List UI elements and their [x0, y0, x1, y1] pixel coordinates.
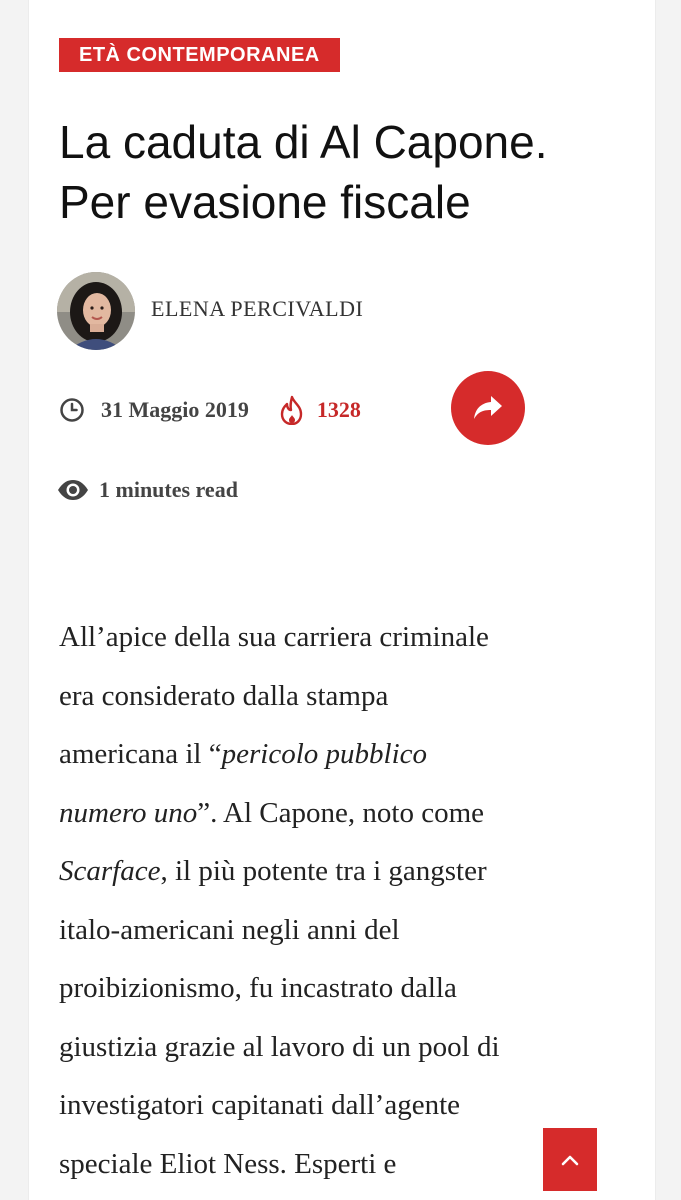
fire-icon: [279, 395, 305, 425]
read-time: 1 minutes read: [57, 472, 238, 508]
title-line-2: Per evasione fiscale: [59, 176, 471, 228]
scroll-to-top-button[interactable]: [543, 1128, 597, 1191]
body-text: ”. Al Capone, noto come: [197, 796, 484, 829]
clock-icon: [59, 397, 85, 423]
body-emphasis: Scarface: [59, 855, 161, 887]
body-line: giustizia grazie al lavoro di un pool di: [59, 1030, 500, 1063]
body-emphasis: pericolo pubblico: [221, 738, 428, 770]
chevron-up-icon: [561, 1154, 579, 1166]
author-avatar[interactable]: [57, 272, 135, 350]
body-line: investigatori capitanati dall’agente: [59, 1089, 461, 1121]
share-arrow-icon: [471, 393, 505, 423]
view-count: 1328: [316, 397, 361, 422]
article-meta: 31 Maggio 2019 1328: [59, 388, 361, 432]
eye-icon: [57, 479, 89, 501]
body-text: , il più potente tra i gangster: [160, 855, 487, 887]
body-line: proibizionismo, fu incastrato dalla: [59, 972, 457, 1004]
author-name[interactable]: ELENA PERCIVALDI: [151, 296, 363, 322]
body-line: Scarface, il più potente tra i gangster: [59, 855, 487, 887]
body-line: americana il “pericolo pubblico: [59, 738, 427, 770]
body-text: americana il “: [59, 738, 222, 770]
avatar-image: [57, 272, 135, 350]
article-body: All’apice della sua carriera criminale e…: [59, 608, 634, 1193]
body-line: numero uno”. Al Capone, noto come: [59, 797, 484, 829]
category-tag[interactable]: ETÀ CONTEMPORANEA: [59, 38, 340, 72]
title-line-1: La caduta di Al Capone.: [59, 116, 548, 168]
body-line: All’apice della sua carriera criminale: [59, 621, 489, 653]
body-emphasis: numero uno: [59, 796, 198, 829]
body-line: italo-americani negli anni del: [59, 913, 400, 946]
body-line: era considerato dalla stampa: [59, 679, 389, 712]
article-title: La caduta di Al Capone. Per evasione fis…: [59, 112, 639, 232]
body-line: speciale Eliot Ness. Esperti e: [59, 1147, 397, 1180]
publish-date: 31 Maggio 2019: [101, 397, 249, 422]
read-time-label: 1 minutes read: [99, 477, 238, 502]
share-button[interactable]: [451, 371, 525, 445]
article-card: ETÀ CONTEMPORANEA La caduta di Al Capone…: [28, 0, 656, 1200]
